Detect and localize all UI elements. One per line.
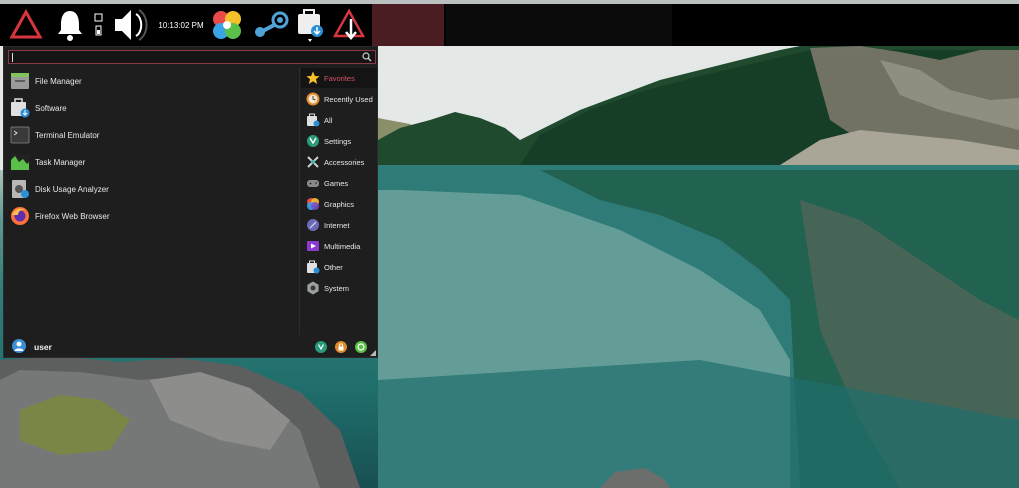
category-label: Graphics [324,199,355,209]
category-label: Recently Used [324,94,373,104]
category-label: System [324,283,350,293]
application-menu: File Manager Software Terminal Emulator [3,46,378,358]
category-label: All [324,115,333,125]
category-multimedia[interactable]: Multimedia [301,236,377,256]
volume-icon [115,9,148,41]
panel-clock[interactable]: 10:13:02 PM [156,4,206,46]
search-input[interactable] [12,51,362,63]
username-label[interactable]: user [34,342,52,352]
category-label: Games [324,178,349,188]
lock-screen-icon[interactable] [335,341,347,353]
accessories-icon [307,156,319,168]
app-label: File Manager [35,76,82,86]
category-recently-used[interactable]: Recently Used [301,89,377,109]
pane-divider [299,67,300,335]
settings-icon [307,135,319,147]
system-icon [307,281,319,295]
resize-grip[interactable] [370,350,376,356]
launcher-switch[interactable] [330,4,368,46]
firefox-icon [11,207,29,225]
category-other[interactable]: Other [301,257,377,277]
category-accessories[interactable]: Accessories [301,152,377,172]
app-label: Firefox Web Browser [35,211,110,221]
volume-button[interactable] [110,4,152,46]
app-item-firefox[interactable]: Firefox Web Browser [6,203,298,229]
other-bag-icon [307,260,320,274]
category-graphics[interactable]: Graphics [301,194,377,214]
app-item-software[interactable]: Software [6,95,298,121]
category-favorites[interactable]: Favorites [301,68,377,88]
app-item-task-manager[interactable]: Task Manager [6,149,298,175]
task-manager-icon [11,154,29,170]
task-slot[interactable] [446,4,672,46]
software-center-icon [298,9,323,42]
battery-icon [94,13,103,36]
app-item-disk-usage[interactable]: Disk Usage Analyzer [6,176,298,202]
user-avatar-icon[interactable] [12,339,26,353]
category-system[interactable]: System [301,278,377,298]
app-label: Software [35,103,67,113]
launcher-pinwheel[interactable] [208,4,246,46]
terminal-icon [10,126,30,144]
gamepad-icon [307,180,319,187]
category-label: Favorites [324,73,355,83]
active-task-slot[interactable] [372,4,444,46]
search-icon [362,52,372,62]
notification-bell-icon [58,11,82,41]
app-item-terminal[interactable]: Terminal Emulator [6,122,298,148]
category-internet[interactable]: Internet [301,215,377,235]
graphics-icon [307,198,319,210]
category-label: Settings [324,136,352,146]
app-item-file-manager[interactable]: File Manager [6,68,298,94]
category-games[interactable]: Games [301,173,377,193]
category-label: Accessories [324,157,365,167]
app-label: Disk Usage Analyzer [35,184,109,194]
globe-icon [307,219,319,231]
categories-list: Favorites Recently Used All Settings Acc… [301,67,377,335]
star-icon [306,71,320,84]
app-label: Task Manager [35,157,86,167]
settings-shortcut-icon[interactable] [315,341,327,353]
category-label: Internet [324,220,350,230]
search-box[interactable] [8,50,376,64]
disk-usage-icon [12,180,29,198]
start-menu-button[interactable] [6,4,46,46]
app-label: Terminal Emulator [35,130,100,140]
switch-user-icon [332,8,366,40]
folder-icon [11,73,29,89]
pinwheel-icon [213,11,241,39]
power-icon[interactable] [355,341,367,353]
steam-icon [255,11,289,37]
category-label: Other [324,262,343,272]
launcher-steam[interactable] [250,4,292,46]
category-label: Multimedia [324,241,361,251]
start-menu-icon [9,8,43,39]
category-settings[interactable]: Settings [301,131,377,151]
battery-indicator[interactable] [92,4,106,46]
top-panel: 10:13:02 PM [0,0,1019,46]
software-bag-icon [11,98,30,118]
launcher-software[interactable] [292,4,328,46]
all-bag-icon [307,113,320,127]
multimedia-icon [307,241,319,251]
clock-icon [306,92,320,106]
menu-footer: user [4,337,377,357]
apps-list: File Manager Software Terminal Emulator [6,67,298,335]
notifications-button[interactable] [52,4,88,46]
category-all[interactable]: All [301,110,377,130]
